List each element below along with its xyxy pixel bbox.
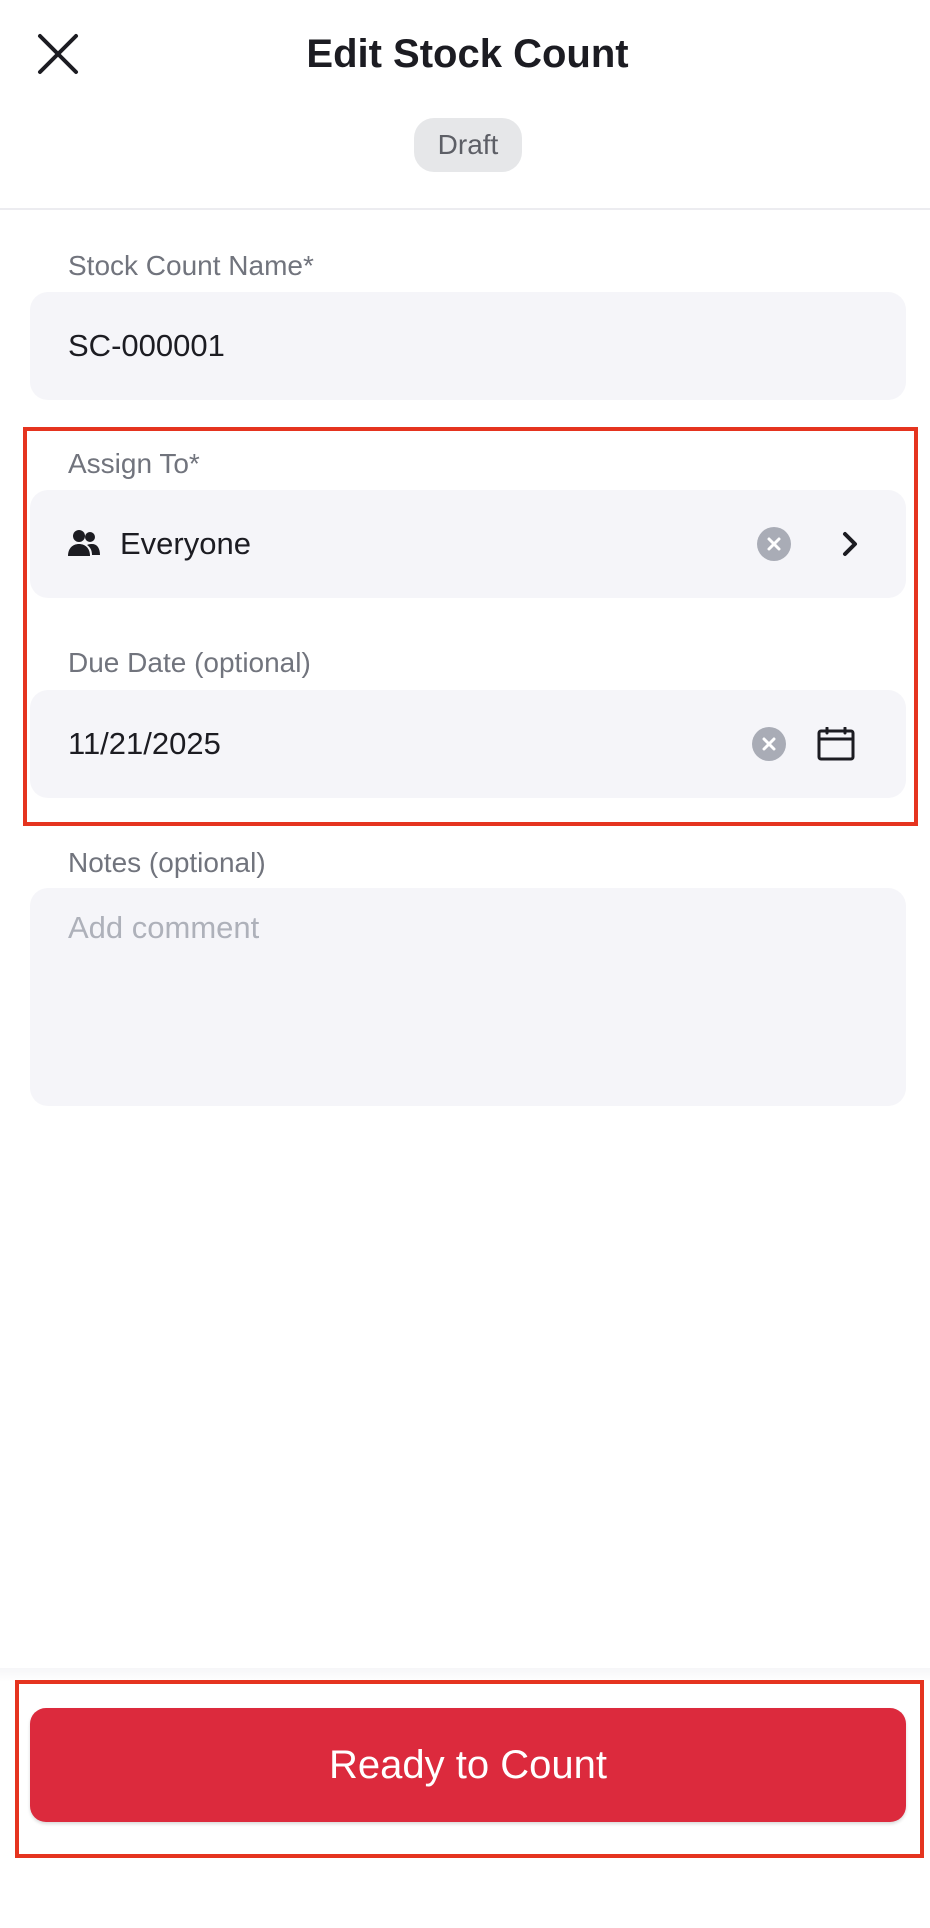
status-badge: Draft: [414, 118, 522, 172]
assign-to-label: Assign To*: [68, 448, 200, 479]
stock-count-name-label: Stock Count Name*: [68, 250, 314, 281]
stock-count-name-field[interactable]: SC-000001: [30, 292, 906, 400]
due-date-label: Due Date (optional): [68, 647, 311, 678]
ready-to-count-button[interactable]: Ready to Count: [30, 1708, 906, 1822]
assign-to-value: Everyone: [120, 526, 251, 561]
header: Edit Stock Count Draft: [0, 0, 930, 210]
assign-to-field[interactable]: Everyone: [30, 490, 906, 598]
due-date-field[interactable]: 11/21/2025: [30, 690, 906, 798]
notes-label: Notes (optional): [68, 847, 266, 878]
due-date-clear-button[interactable]: [747, 722, 791, 766]
page-title: Edit Stock Count: [306, 32, 629, 76]
notes-input[interactable]: [30, 888, 906, 1106]
people-icon: [66, 526, 102, 562]
calendar-icon[interactable]: [814, 722, 858, 766]
clear-icon: [757, 527, 791, 561]
chevron-right-icon[interactable]: [828, 522, 872, 566]
due-date-value: 11/21/2025: [68, 726, 221, 761]
stock-count-name-value: SC-000001: [68, 328, 225, 363]
assign-to-clear-button[interactable]: [752, 522, 796, 566]
clear-icon: [752, 727, 786, 761]
